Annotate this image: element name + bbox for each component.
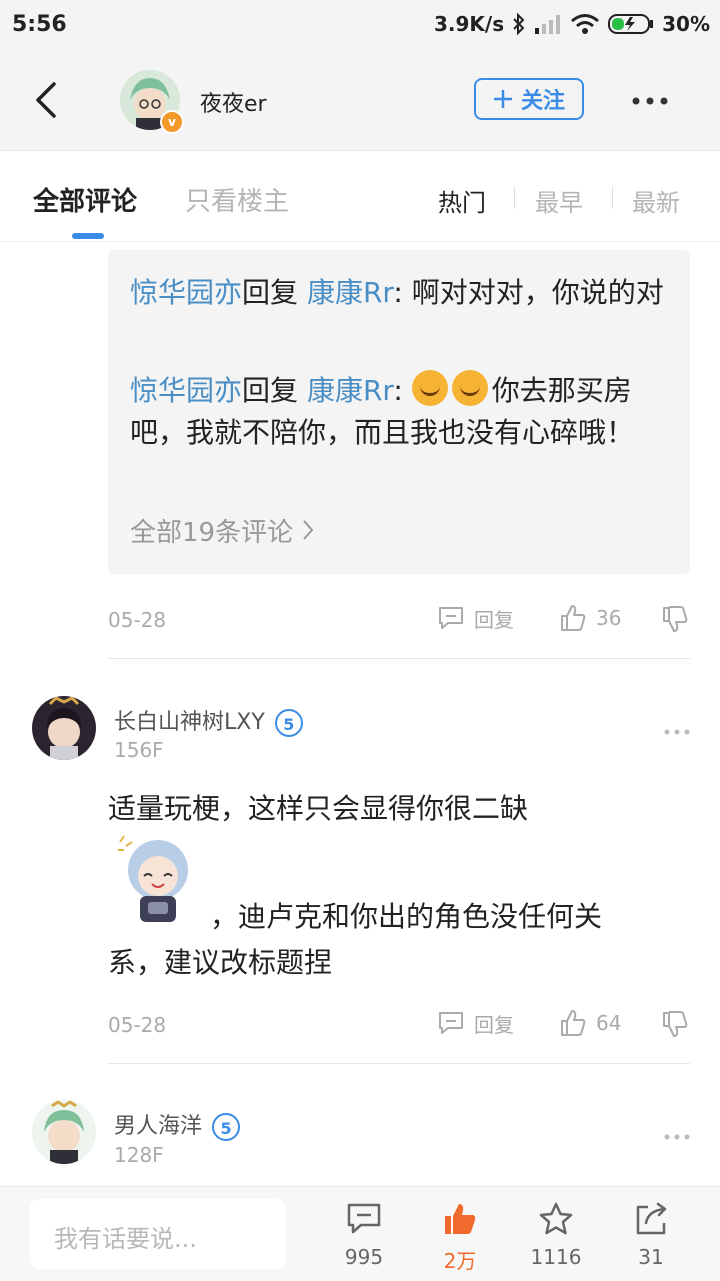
more-dots-icon[interactable] bbox=[632, 96, 668, 106]
commenter-name[interactable]: 长白山神树LXY bbox=[114, 710, 265, 735]
reply-verb: 回复 bbox=[242, 374, 299, 407]
sort-newest[interactable]: 最新 bbox=[632, 183, 680, 218]
verified-badge-icon: v bbox=[160, 110, 184, 134]
tab-indicator bbox=[72, 233, 104, 239]
comment-bubble-icon bbox=[439, 1012, 463, 1034]
comment-text: 适量玩梗，这样只会显得你很二缺 bbox=[108, 792, 529, 825]
comment-input-placeholder: 我有话要说... bbox=[54, 1225, 197, 1253]
comments-count: 995 bbox=[344, 1245, 384, 1269]
level-badge: 5 bbox=[274, 709, 303, 737]
thumbs-down-icon[interactable] bbox=[660, 1009, 690, 1039]
reply-text: : 啊对对对，你说的对 bbox=[393, 276, 664, 309]
like-count: 64 bbox=[596, 1011, 622, 1035]
comment-more-icon[interactable] bbox=[664, 1133, 690, 1141]
post-date: 05-28 bbox=[108, 608, 167, 632]
grin-emoji-icon bbox=[451, 370, 488, 406]
clock: 5:56 bbox=[12, 12, 67, 37]
comment-text: 系，建议改标题捏 bbox=[108, 946, 333, 979]
floor-number: 156F bbox=[114, 738, 164, 762]
thumbs-down-icon[interactable] bbox=[660, 604, 690, 634]
back-arrow-icon[interactable] bbox=[28, 78, 68, 122]
sub-reply: 惊华园亦回复 康康Rr: 啊对对对，你说的对 bbox=[130, 272, 670, 314]
shares-count: 31 bbox=[638, 1245, 664, 1269]
reply-author[interactable]: 惊华园亦 bbox=[130, 276, 242, 309]
tab-all-comments[interactable]: 全部评论 bbox=[33, 181, 137, 218]
signal-icon bbox=[535, 15, 561, 34]
comment-date: 05-28 bbox=[108, 1013, 167, 1037]
comment-bubble-icon bbox=[439, 607, 463, 629]
level-badge: 5 bbox=[212, 1113, 241, 1141]
commenter-name[interactable]: 男人海洋 bbox=[114, 1114, 202, 1139]
sub-reply: 惊华园亦回复 康康Rr: 你去那买房吧，我就不陪你，而且我也没有心碎哦！ bbox=[130, 370, 670, 454]
wifi-icon bbox=[571, 14, 600, 34]
like-post-button[interactable]: 2万 bbox=[415, 1201, 505, 1274]
network-speed: 3.9K/s bbox=[433, 12, 505, 36]
bottom-action-bar: 我有话要说... 995 2万 1116 31 bbox=[0, 1186, 720, 1281]
like-button[interactable]: 36 bbox=[558, 603, 621, 633]
author-name[interactable]: 夜夜er bbox=[200, 86, 267, 118]
follow-label: 关注 bbox=[520, 89, 565, 114]
grin-emoji-icon bbox=[411, 370, 448, 406]
thumbs-up-icon bbox=[561, 605, 586, 631]
comments-button[interactable]: 995 bbox=[319, 1201, 409, 1269]
battery-icon bbox=[608, 14, 654, 34]
sub-replies-box[interactable]: 惊华园亦回复 康康Rr: 啊对对对，你说的对 惊华园亦回复 康康Rr: 你去那买… bbox=[108, 250, 690, 574]
reply-target[interactable]: 康康Rr bbox=[307, 374, 393, 407]
reply-target[interactable]: 康康Rr bbox=[307, 276, 393, 309]
commenter-name-row: 男人海洋 5 bbox=[114, 1108, 241, 1141]
comment-more-icon[interactable] bbox=[664, 728, 690, 736]
reply-author[interactable]: 惊华园亦 bbox=[130, 374, 242, 407]
commenter-avatar[interactable] bbox=[32, 696, 96, 760]
bluetooth-icon bbox=[513, 13, 525, 35]
top-header: v 夜夜er 关注 bbox=[0, 52, 720, 151]
reply-label: 回复 bbox=[474, 607, 514, 632]
comment-input[interactable]: 我有话要说... bbox=[30, 1199, 286, 1269]
commenter-name-row: 长白山神树LXY 5 bbox=[114, 704, 303, 737]
all-replies-label: 全部19条评论 bbox=[130, 518, 294, 548]
status-bar: 5:56 3.9K/s 30% bbox=[0, 0, 720, 52]
share-icon bbox=[636, 1202, 667, 1235]
favorites-count: 1116 bbox=[530, 1245, 582, 1269]
comment-text: ，迪卢克和你出的角色没任何关 bbox=[210, 900, 603, 933]
reply-button[interactable]: 回复 bbox=[436, 1008, 514, 1038]
follow-button[interactable]: 关注 bbox=[474, 78, 584, 120]
sort-divider bbox=[514, 187, 515, 209]
star-icon bbox=[539, 1202, 573, 1235]
chevron-right-icon bbox=[303, 520, 314, 540]
plus-icon bbox=[493, 90, 512, 108]
battery-percent: 30% bbox=[662, 12, 710, 36]
sort-hot[interactable]: 热门 bbox=[438, 183, 486, 218]
tab-owner-only[interactable]: 只看楼主 bbox=[185, 181, 289, 218]
like-button[interactable]: 64 bbox=[558, 1008, 621, 1038]
divider bbox=[108, 658, 690, 659]
comment-tabs: 全部评论 只看楼主 热门 最早 最新 bbox=[0, 151, 720, 242]
reply-button[interactable]: 回复 bbox=[436, 603, 514, 633]
sort-earliest[interactable]: 最早 bbox=[535, 183, 583, 218]
reply-label: 回复 bbox=[474, 1012, 514, 1037]
reply-verb: 回复 bbox=[242, 276, 299, 309]
thumbs-up-filled-icon bbox=[445, 1204, 476, 1234]
status-icons: 3.9K/s 30% bbox=[434, 12, 710, 36]
sort-divider bbox=[612, 187, 613, 209]
like-count: 36 bbox=[596, 606, 622, 630]
share-button[interactable]: 31 bbox=[606, 1201, 696, 1269]
likes-count: 2万 bbox=[443, 1249, 477, 1273]
commenter-avatar[interactable] bbox=[32, 1100, 96, 1164]
comment-bubble-icon bbox=[347, 1203, 381, 1234]
divider bbox=[108, 1063, 690, 1064]
favorite-button[interactable]: 1116 bbox=[511, 1201, 601, 1269]
sticker-image bbox=[118, 835, 188, 922]
floor-number: 128F bbox=[114, 1143, 164, 1167]
thumbs-up-icon bbox=[561, 1010, 586, 1036]
all-replies-link[interactable]: 全部19条评论 bbox=[130, 512, 315, 549]
